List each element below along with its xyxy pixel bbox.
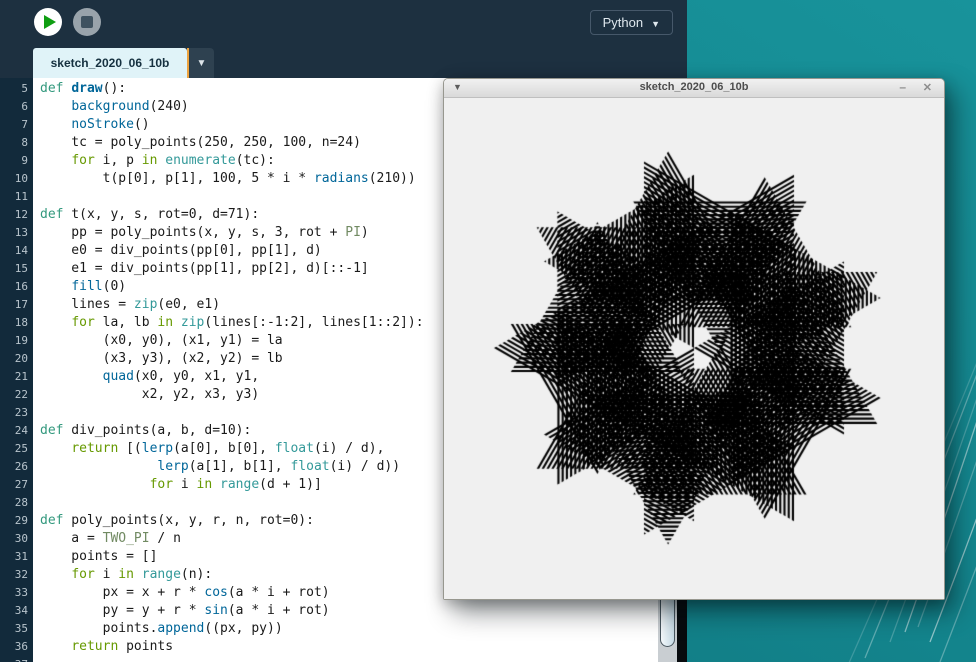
line-number: 25 xyxy=(0,440,33,458)
line-number: 18 xyxy=(0,314,33,332)
line-number: 21 xyxy=(0,368,33,386)
sketch-window-title: sketch_2020_06_10b xyxy=(444,81,944,93)
stop-button[interactable] xyxy=(73,8,101,36)
line-number: 35 xyxy=(0,620,33,638)
line-number: 37 xyxy=(0,656,33,662)
stop-icon xyxy=(81,16,93,28)
line-number: 17 xyxy=(0,296,33,314)
tab-sketch[interactable]: sketch_2020_06_10b xyxy=(33,48,187,78)
chevron-down-icon: ▼ xyxy=(651,19,660,29)
code-line: return points xyxy=(33,638,658,656)
play-icon xyxy=(44,15,56,29)
line-number: 15 xyxy=(0,260,33,278)
line-number: 11 xyxy=(0,188,33,206)
line-number: 7 xyxy=(0,116,33,134)
sketch-canvas xyxy=(444,98,944,599)
line-number: 12 xyxy=(0,206,33,224)
line-number: 13 xyxy=(0,224,33,242)
line-number-gutter: 5678910111213141516171819202122232425262… xyxy=(0,78,33,662)
line-number: 19 xyxy=(0,332,33,350)
tab-bar: sketch_2020_06_10b ▼ xyxy=(0,48,687,78)
screen: { "desktop": { "teal": "#14878f" }, "ide… xyxy=(0,0,976,662)
code-line: points.append((px, py)) xyxy=(33,620,658,638)
line-number: 33 xyxy=(0,584,33,602)
ide-toolbar: Python ▼ xyxy=(0,0,687,48)
code-line: py = y + r * sin(a * i + rot) xyxy=(33,602,658,620)
line-number: 30 xyxy=(0,530,33,548)
mode-label: Python xyxy=(603,15,643,30)
sketch-window-titlebar[interactable]: ▼ sketch_2020_06_10b – ✕ xyxy=(444,79,944,98)
run-button[interactable] xyxy=(34,8,62,36)
line-number: 27 xyxy=(0,476,33,494)
line-number: 34 xyxy=(0,602,33,620)
close-button[interactable]: ✕ xyxy=(923,81,932,94)
line-number: 14 xyxy=(0,242,33,260)
line-number: 28 xyxy=(0,494,33,512)
line-number: 36 xyxy=(0,638,33,656)
sketch-output-window: ▼ sketch_2020_06_10b – ✕ xyxy=(443,78,945,600)
line-number: 6 xyxy=(0,98,33,116)
line-number: 5 xyxy=(0,80,33,98)
line-number: 24 xyxy=(0,422,33,440)
line-number: 26 xyxy=(0,458,33,476)
line-number: 31 xyxy=(0,548,33,566)
line-number: 23 xyxy=(0,404,33,422)
line-number: 29 xyxy=(0,512,33,530)
line-number: 16 xyxy=(0,278,33,296)
code-line xyxy=(33,656,658,662)
line-number: 32 xyxy=(0,566,33,584)
minimize-button[interactable]: – xyxy=(899,80,906,94)
chevron-down-icon: ▼ xyxy=(197,58,207,69)
tab-dropdown-button[interactable]: ▼ xyxy=(189,48,214,78)
line-number: 22 xyxy=(0,386,33,404)
mode-selector-button[interactable]: Python ▼ xyxy=(590,10,673,35)
line-number: 8 xyxy=(0,134,33,152)
line-number: 9 xyxy=(0,152,33,170)
line-number: 20 xyxy=(0,350,33,368)
line-number: 10 xyxy=(0,170,33,188)
